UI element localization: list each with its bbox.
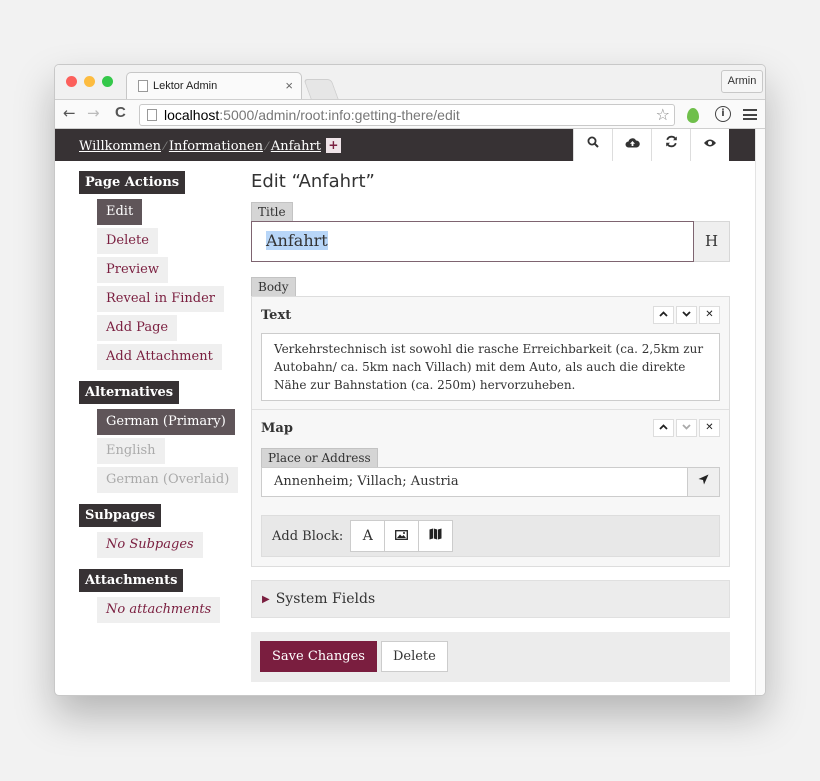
user-profile-button[interactable]: Armin — [721, 70, 763, 93]
breadcrumb-anfahrt[interactable]: Anfahrt — [271, 139, 321, 154]
bookmark-star-icon[interactable]: ☆ — [656, 105, 670, 124]
info-extension-icon[interactable]: i — [715, 106, 731, 122]
header-buttons — [573, 129, 729, 161]
forward-arrow-icon[interactable]: → — [87, 104, 100, 122]
text-block-textarea[interactable]: Verkehrstechnisch ist sowohl die rasche … — [261, 333, 720, 401]
remove-block-icon[interactable]: ✕ — [699, 306, 720, 324]
sidebar-item-english[interactable]: English — [97, 438, 165, 464]
body-flow-editor: Text ✕ Verkehrstechnisch ist sowohl die … — [251, 296, 730, 567]
address-bar[interactable]: localhost:5000/admin/root:info:getting-t… — [139, 104, 675, 126]
no-attachments-text: No attachments — [97, 597, 221, 623]
attachments-section: Attachments No attachments — [79, 569, 239, 623]
refresh-icon[interactable] — [651, 129, 690, 161]
add-map-block-button[interactable] — [418, 520, 454, 552]
move-down-icon[interactable] — [676, 419, 697, 437]
lektor-header: Willkommen ⁄ Informationen ⁄ Anfahrt + — [55, 129, 755, 161]
move-up-icon[interactable] — [653, 306, 674, 324]
map-icon — [429, 528, 442, 540]
breadcrumb-informationen[interactable]: Informationen — [169, 139, 263, 154]
place-field-label: Place or Address — [261, 448, 378, 467]
tab-title: Lektor Admin — [153, 80, 218, 92]
place-field: Annenheim; Villach; Austria — [261, 467, 720, 497]
map-block-title: Map — [261, 420, 293, 436]
page-actions-section: Page Actions Edit Delete Preview Reveal … — [79, 171, 239, 370]
browser-toolbar: ← → C localhost:5000/admin/root:info:get… — [55, 99, 765, 129]
search-icon[interactable] — [573, 129, 612, 161]
eye-icon[interactable] — [690, 129, 729, 161]
place-input[interactable]: Annenheim; Villach; Austria — [261, 467, 688, 497]
sidebar-item-add-attachment[interactable]: Add Attachment — [97, 344, 222, 370]
add-text-block-button[interactable]: A — [350, 520, 386, 552]
sidebar-item-preview[interactable]: Preview — [97, 257, 168, 283]
alternatives-section: Alternatives German (Primary) English Ge… — [79, 381, 239, 493]
hamburger-menu-icon[interactable] — [743, 109, 757, 120]
text-block-title: Text — [261, 307, 292, 323]
breadcrumb: Willkommen ⁄ Informationen ⁄ Anfahrt + — [79, 138, 341, 154]
delete-button[interactable]: Delete — [380, 641, 448, 672]
browser-tab[interactable]: Lektor Admin × — [126, 72, 302, 99]
title-field: Anfahrt H — [251, 221, 730, 262]
text-block: Text ✕ Verkehrstechnisch ist sowohl die … — [252, 297, 729, 410]
alternatives-heading: Alternatives — [79, 381, 180, 404]
close-window-button[interactable] — [66, 76, 77, 87]
page-icon — [138, 80, 148, 92]
tab-bar: Lektor Admin × Armin — [55, 65, 765, 99]
new-tab-button[interactable] — [303, 79, 339, 99]
no-subpages-text: No Subpages — [97, 532, 203, 558]
add-page-plus-button[interactable]: + — [325, 138, 341, 153]
minimize-window-button[interactable] — [84, 76, 95, 87]
attachments-heading: Attachments — [79, 569, 184, 592]
location-arrow-icon[interactable] — [688, 467, 720, 497]
title-field-label: Title — [251, 202, 293, 221]
body-field-label: Body — [251, 277, 296, 296]
move-down-icon[interactable] — [676, 306, 697, 324]
sidebar-item-add-page[interactable]: Add Page — [97, 315, 178, 341]
sidebar-item-delete[interactable]: Delete — [97, 228, 158, 254]
form-actions: Save Changes Delete — [251, 632, 730, 682]
add-image-block-button[interactable] — [384, 520, 420, 552]
zoom-window-button[interactable] — [102, 76, 113, 87]
breadcrumb-willkommen[interactable]: Willkommen — [79, 139, 161, 154]
add-block-bar: Add Block: A — [261, 515, 720, 557]
system-fields-toggle[interactable]: ▶ System Fields — [251, 580, 730, 618]
sidebar-item-german-overlaid[interactable]: German (Overlaid) — [97, 467, 239, 493]
subpages-heading: Subpages — [79, 504, 162, 527]
page-icon — [147, 109, 157, 121]
subpages-section: Subpages No Subpages — [79, 504, 239, 558]
sidebar-item-edit[interactable]: Edit — [97, 199, 143, 225]
main-content: Edit “Anfahrt” Title Anfahrt H Body Text — [251, 171, 730, 682]
cloud-upload-icon[interactable] — [612, 129, 651, 161]
heading-format-button[interactable]: H — [694, 221, 730, 262]
page-title: Edit “Anfahrt” — [251, 171, 375, 192]
image-icon — [395, 530, 409, 540]
sidebar-item-reveal-in-finder[interactable]: Reveal in Finder — [97, 286, 225, 312]
page-actions-heading: Page Actions — [79, 171, 186, 194]
sidebar-item-german-primary[interactable]: German (Primary) — [97, 409, 235, 435]
save-changes-button[interactable]: Save Changes — [260, 641, 377, 672]
reload-icon[interactable]: C — [115, 104, 126, 121]
title-input[interactable]: Anfahrt — [251, 221, 694, 262]
add-block-label: Add Block: — [272, 528, 344, 544]
tab-close-icon[interactable]: × — [285, 78, 293, 93]
back-arrow-icon[interactable]: ← — [63, 104, 76, 122]
remove-block-icon[interactable]: ✕ — [699, 419, 720, 437]
expand-triangle-icon: ▶ — [262, 594, 270, 605]
url-text: localhost:5000/admin/root:info:getting-t… — [164, 107, 460, 123]
browser-window: Lektor Admin × Armin ← → C localhost:500… — [54, 64, 766, 696]
map-block: Map ✕ Place or Address Annenheim; Villac… — [252, 410, 729, 566]
sidebar: Page Actions Edit Delete Preview Reveal … — [79, 171, 239, 634]
window-controls — [66, 76, 113, 87]
leaf-extension-icon[interactable] — [687, 108, 699, 123]
scrollbar[interactable] — [755, 129, 765, 695]
move-up-icon[interactable] — [653, 419, 674, 437]
